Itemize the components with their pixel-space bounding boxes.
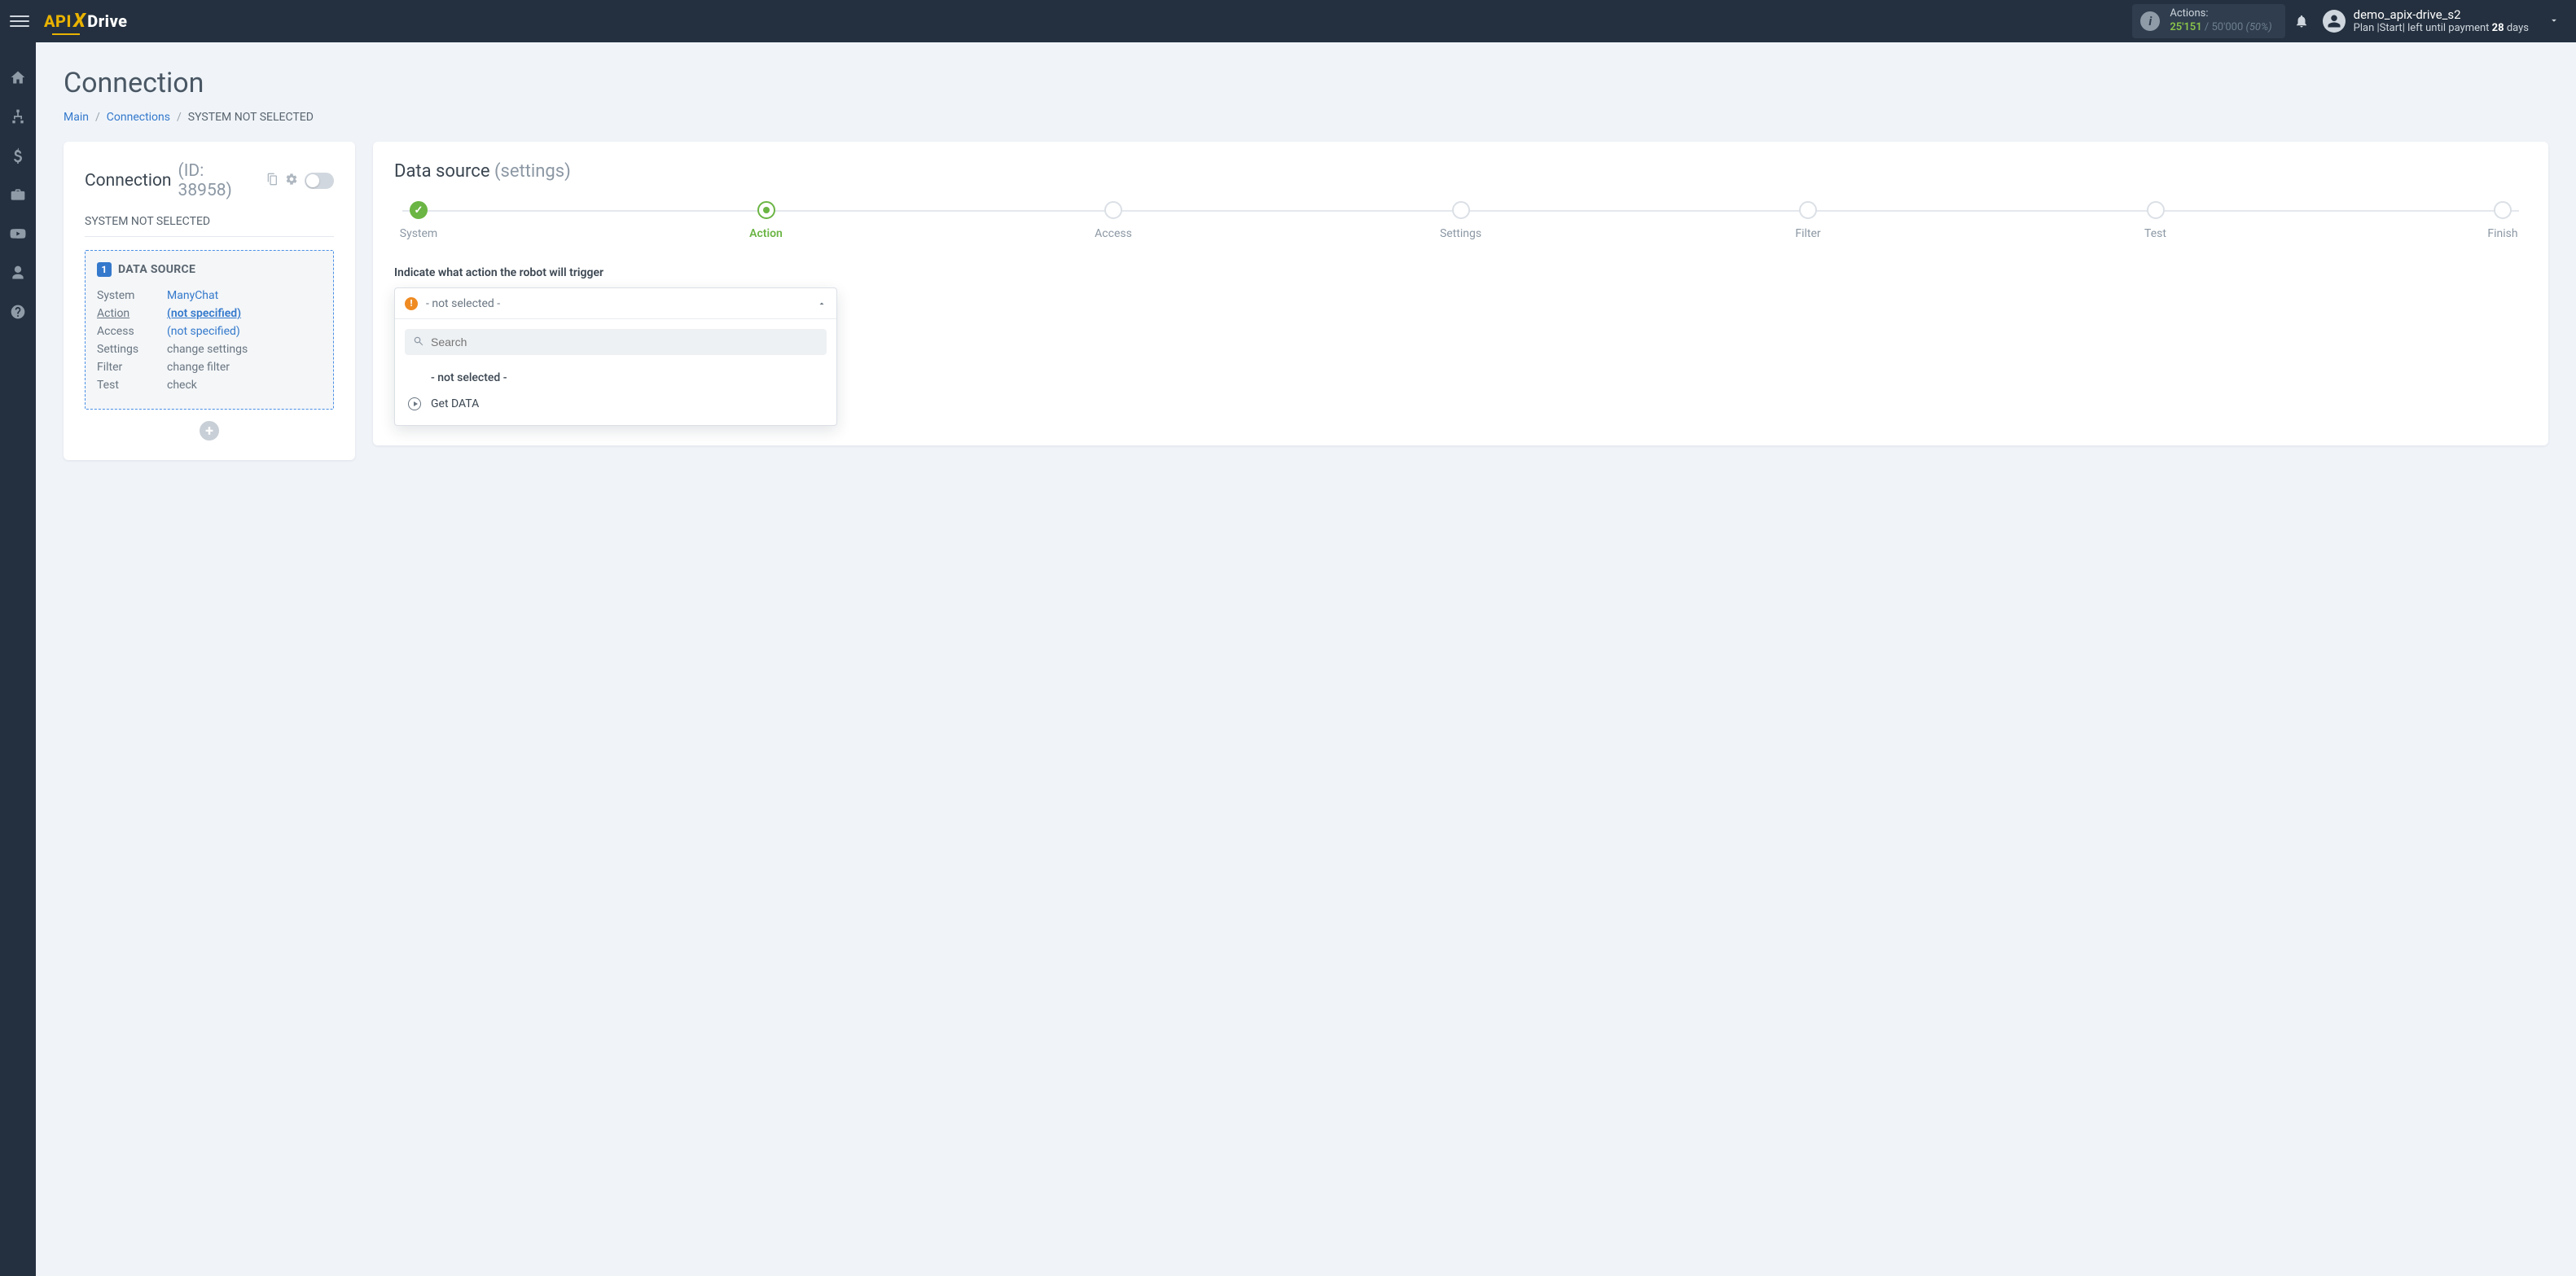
connection-subtitle: SYSTEM NOT SELECTED — [85, 215, 334, 237]
add-source-button[interactable]: + — [200, 421, 219, 441]
data-source-box: 1 DATA SOURCE SystemManyChat Action(not … — [85, 250, 334, 410]
sidebar — [0, 42, 36, 1276]
row-key-settings: Settings — [97, 343, 167, 356]
gear-icon[interactable] — [285, 171, 298, 191]
connection-card: Connection (ID: 38958) SYSTEM NOT SELECT… — [64, 142, 355, 460]
user-menu[interactable]: demo_apix-drive_s2 Plan |Start| left unt… — [2323, 7, 2529, 36]
user-plan: Plan |Start| left until payment 28 days — [2354, 22, 2529, 35]
data-source-title: DATA SOURCE — [118, 263, 195, 276]
dollar-icon[interactable] — [9, 147, 27, 164]
step-access[interactable]: Access — [1089, 201, 1138, 240]
row-val-access[interactable]: (not specified) — [167, 325, 240, 338]
row-val-test[interactable]: check — [167, 379, 197, 392]
connection-toggle[interactable] — [305, 173, 334, 189]
logo-part-drive: Drive — [87, 11, 127, 31]
dropdown-option-not-selected[interactable]: - not selected - — [395, 365, 836, 391]
connection-id: (ID: 38958) — [178, 161, 259, 200]
logo[interactable]: API X Drive — [44, 10, 128, 33]
main-content: Connection Main / Connections / SYSTEM N… — [36, 42, 2576, 1276]
breadcrumb-main[interactable]: Main — [64, 111, 89, 124]
row-val-settings[interactable]: change settings — [167, 343, 248, 356]
step-settings[interactable]: Settings — [1437, 201, 1485, 240]
action-dropdown: ! - not selected - - not selected - Get … — [394, 287, 837, 426]
info-icon: i — [2140, 11, 2160, 31]
row-val-filter[interactable]: change filter — [167, 361, 230, 374]
step-test[interactable]: Test — [2131, 201, 2180, 240]
briefcase-icon[interactable] — [9, 186, 27, 204]
dropdown-option-get-data[interactable]: Get DATA — [395, 391, 836, 417]
page-title: Connection — [64, 67, 2548, 99]
sitemap-icon[interactable] — [9, 107, 27, 125]
step-action[interactable]: Action — [742, 201, 791, 240]
data-source-badge: 1 — [97, 262, 112, 277]
breadcrumb-separator: / — [177, 111, 182, 124]
copy-icon[interactable] — [265, 171, 279, 191]
chevron-up-icon — [817, 296, 827, 311]
youtube-icon[interactable] — [9, 225, 27, 243]
breadcrumb: Main / Connections / SYSTEM NOT SELECTED — [64, 111, 2548, 124]
dropdown-search — [405, 329, 827, 355]
notifications-button[interactable] — [2285, 14, 2318, 29]
dropdown-search-input[interactable] — [431, 335, 818, 349]
breadcrumb-connections[interactable]: Connections — [107, 111, 170, 124]
step-filter[interactable]: Filter — [1784, 201, 1832, 240]
topbar: API X Drive i Actions: 25'151 / 50'000 (… — [0, 0, 2576, 42]
breadcrumb-current: SYSTEM NOT SELECTED — [188, 111, 314, 124]
help-icon[interactable] — [9, 303, 27, 321]
dropdown-selected-text: - not selected - — [426, 297, 809, 310]
home-icon[interactable] — [9, 68, 27, 86]
right-title: Data source (settings) — [394, 161, 2527, 182]
row-key-access: Access — [97, 325, 167, 338]
chevron-down-icon[interactable] — [2548, 14, 2560, 29]
row-key-action: Action — [97, 307, 167, 320]
user-name: demo_apix-drive_s2 — [2354, 7, 2529, 23]
data-source-settings-card: Data source (settings) System Action Acc… — [373, 142, 2548, 445]
actions-total: 50'000 — [2211, 21, 2243, 33]
actions-used: 25'151 — [2170, 21, 2201, 33]
actions-counter[interactable]: i Actions: 25'151 / 50'000 (50%) — [2132, 4, 2284, 38]
avatar-icon — [2323, 10, 2346, 33]
logo-part-api: API — [44, 11, 72, 31]
row-key-test: Test — [97, 379, 167, 392]
breadcrumb-separator: / — [95, 111, 100, 124]
step-system[interactable]: System — [394, 201, 443, 240]
logo-part-x: X — [73, 9, 86, 32]
play-icon — [408, 397, 421, 410]
step-finish[interactable]: Finish — [2478, 201, 2527, 240]
row-val-action[interactable]: (not specified) — [167, 307, 241, 320]
menu-toggle-button[interactable] — [10, 11, 29, 31]
user-icon[interactable] — [9, 264, 27, 282]
action-field-label: Indicate what action the robot will trig… — [394, 266, 2527, 279]
warning-icon: ! — [405, 297, 418, 310]
dropdown-selected[interactable]: ! - not selected - — [395, 288, 836, 319]
connection-card-title: Connection — [85, 171, 172, 191]
row-key-system: System — [97, 289, 167, 302]
actions-label: Actions: — [2170, 7, 2271, 21]
search-icon — [413, 335, 424, 350]
row-key-filter: Filter — [97, 361, 167, 374]
row-val-system[interactable]: ManyChat — [167, 289, 218, 302]
actions-values: 25'151 / 50'000 (50%) — [2170, 21, 2271, 35]
actions-percent: (50%) — [2246, 21, 2272, 33]
stepper: System Action Access Settings Filter Tes… — [394, 201, 2527, 240]
